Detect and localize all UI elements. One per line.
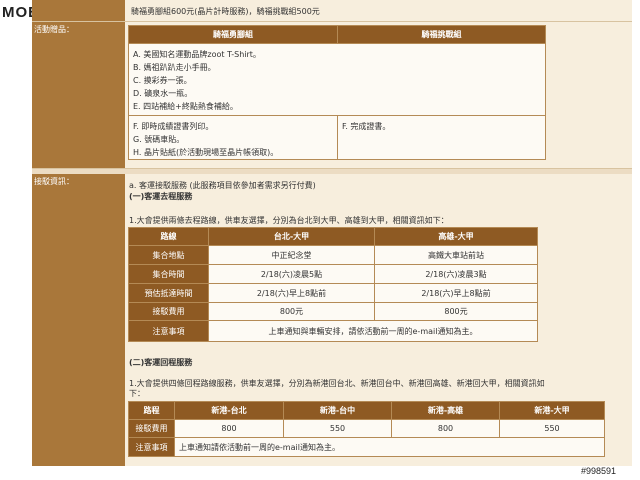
section-title-outbound: (一)客運去程服務 [129, 192, 193, 201]
table-row: 接駁費用 800元 800元 [128, 302, 538, 321]
fee-label: 接駁費用 [128, 419, 175, 438]
note-text: 上車通知請依活動前一周的e-mail通知為主。 [174, 437, 605, 457]
section-title-return: (二)客運回程服務 [129, 358, 193, 367]
th-kaohsiung: 高雄-大甲 [374, 227, 538, 246]
list-item: F. 即時成績證書列印。 [133, 122, 214, 131]
return-desc: 1.大會提供四條回程路線服務，供車友選擇，分別為新港回台北、新港回台中、新港回高… [129, 379, 545, 388]
fee-row: 騎福勇腳組600元(晶片計時服務)，騎福挑戰組500元 [32, 0, 632, 21]
gift-table: 騎福勇腳組 騎福挑戰組 A. 美國知名運動品牌zoot T-Shirt。 B. … [128, 25, 546, 160]
table-row: 接駁費用 800 550 800 550 [128, 419, 605, 438]
th-taipei: 台北-大甲 [208, 227, 375, 246]
gift-row: 活動贈品： 騎福勇腳組 騎福挑戰組 A. 美國知名運動品牌zoot T-Shir… [32, 22, 632, 168]
table-row: 集合地點 中正紀念堂 高鐵大車站前站 [128, 245, 538, 265]
note-text: 上車通知與車輛安排，請依活動前一周的e-mail通知為主。 [208, 320, 538, 342]
list-item: B. 媽祖趴趴走小手冊。 [133, 63, 216, 72]
gift-extra-challenge: F. 完成證書。 [337, 115, 546, 160]
divider [32, 168, 632, 169]
table-row: 預估抵達時間 2/18(六)早上8點前 2/18(六)早上8點前 [128, 283, 538, 303]
list-item: G. 號碼車貼。 [133, 135, 185, 144]
return-table: 路程 新港-台北 新港-台中 新港-高雄 新港-大甲 接駁費用 800 550 … [128, 401, 605, 457]
gift-extra-brave: F. 即時成績證書列印。 G. 號碼車貼。 H. 晶片貼紙(於活動現場至晶片帳領… [128, 115, 338, 160]
table-row: 注意事項 上車通知請依活動前一周的e-mail通知為主。 [128, 437, 605, 457]
th-xingang-dajia: 新港-大甲 [499, 401, 605, 420]
watermark: #998591 [581, 466, 617, 476]
list-item: F. 完成證書。 [342, 122, 391, 131]
th-route: 路程 [128, 401, 175, 420]
list-item: C. 摸彩券一張。 [133, 76, 192, 85]
note-label: 注意事項 [128, 320, 209, 342]
table-row: 集合時間 2/18(六)凌晨5點 2/18(六)凌晨3點 [128, 264, 538, 284]
th-xingang-taipei: 新港-台北 [174, 401, 284, 420]
list-item: D. 礦泉水一瓶。 [133, 89, 193, 98]
list-item: A. 美國知名運動品牌zoot T-Shirt。 [133, 50, 261, 59]
event-info-panel: 騎福勇腳組600元(晶片計時服務)，騎福挑戰組500元 活動贈品： 騎福勇腳組 … [32, 0, 632, 466]
outbound-desc: 1.大會提供兩條去程路線，供車友選擇，分別為台北到大甲、高雄到大甲，相關資訊如下… [129, 216, 449, 225]
th-route: 路線 [128, 227, 209, 246]
fee-note: 騎福勇腳組600元(晶片計時服務)，騎福挑戰組500元 [131, 7, 320, 16]
shuttle-row: 接駁資訊： a. 客運接駁服務 (此服務項目依參加者需求另行付費) (一)客運去… [32, 174, 632, 466]
th-xingang-taichung: 新港-台中 [283, 401, 392, 420]
th-xingang-kaohsiung: 新港-高雄 [391, 401, 500, 420]
shuttle-intro: a. 客運接駁服務 (此服務項目依參加者需求另行付費) [129, 181, 316, 190]
note-label: 注意事項 [128, 437, 175, 457]
gift-col-brave: 騎福勇腳組 [128, 25, 338, 44]
shuttle-label: 接駁資訊： [34, 177, 74, 186]
table-row: 注意事項 上車通知與車輛安排，請依活動前一周的e-mail通知為主。 [128, 320, 538, 342]
outbound-table: 路線 台北-大甲 高雄-大甲 集合地點 中正紀念堂 高鐵大車站前站 集合時間 2… [128, 227, 538, 342]
list-item: H. 晶片貼紙(於活動現場至晶片帳領取)。 [133, 148, 279, 157]
list-item: E. 四站補給+終點熱食補給。 [133, 102, 238, 111]
gift-items-cell: A. 美國知名運動品牌zoot T-Shirt。 B. 媽祖趴趴走小手冊。 C.… [128, 43, 546, 116]
gift-label: 活動贈品： [34, 25, 74, 34]
gift-col-challenge: 騎福挑戰組 [337, 25, 546, 44]
return-desc-cont: 下： [129, 389, 145, 398]
